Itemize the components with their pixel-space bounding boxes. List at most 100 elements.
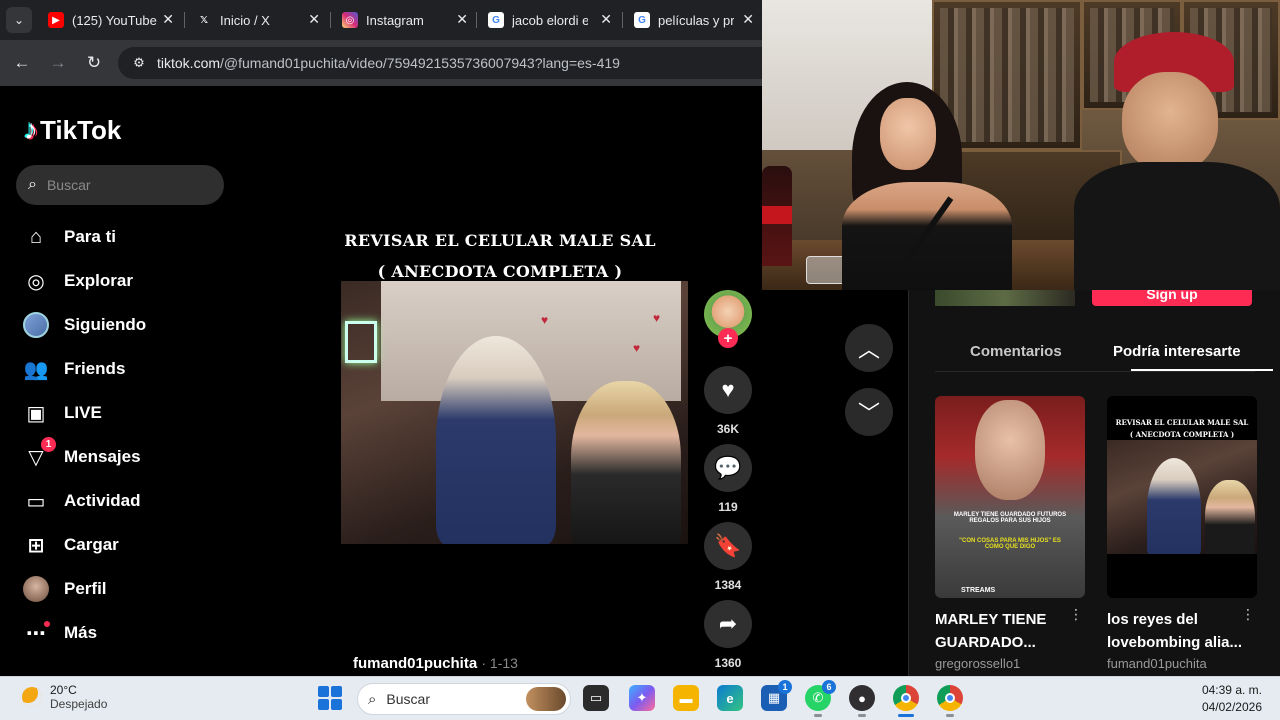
tab-search-chevron-icon[interactable]: ⌄ xyxy=(6,7,32,33)
previous-video-button[interactable]: ︿ xyxy=(845,324,893,372)
card-title[interactable]: MARLEY TIENE GUARDADO... xyxy=(935,608,1071,654)
friends-icon: 👥 xyxy=(23,358,49,381)
video-date: · 1-13 xyxy=(481,655,518,671)
messages-badge: 1 xyxy=(41,437,56,452)
google-icon: G xyxy=(634,12,650,28)
activity-icon: ▭ xyxy=(26,490,46,513)
video-player[interactable]: ♥ ♥ ♥ xyxy=(341,281,688,544)
system-clock[interactable]: 04:39 a. m. 04/02/2026 xyxy=(1202,682,1262,716)
weather-temp: 20°C xyxy=(50,683,77,697)
search-input[interactable] xyxy=(46,177,197,193)
tab-x[interactable]: 𝕏 Inicio / X ✕ xyxy=(188,6,326,34)
nav-para-ti[interactable]: ⌂ Para ti xyxy=(20,217,220,257)
nav-friends[interactable]: 👥 Friends xyxy=(20,349,220,389)
thumbnail-quote: "CON COSAS PARA MIS HIJOS" ES COMO QUE D… xyxy=(959,538,1061,550)
tab-comentarios[interactable]: Comentarios xyxy=(970,343,1062,360)
suggested-thumbnail[interactable]: REVISAR EL CELULAR MALE SAL ( ANECDOTA C… xyxy=(1107,396,1257,598)
site-settings-icon[interactable]: ⚙ xyxy=(130,54,148,72)
nav-actividad[interactable]: ▭ Actividad xyxy=(20,481,220,521)
store-icon[interactable]: ▦ 1 xyxy=(761,680,792,711)
clock-time: 04:39 a. m. xyxy=(1201,683,1262,697)
url-bar[interactable]: ⚙ tiktok.com/@fumand01puchita/video/7594… xyxy=(118,47,778,79)
share-icon[interactable]: ➦ xyxy=(704,600,752,648)
thumbnail-caption: REVISAR EL CELULAR MALE SAL xyxy=(1115,418,1249,427)
url-text[interactable]: tiktok.com/@fumand01puchita/video/759492… xyxy=(157,55,620,71)
windows-start-icon[interactable] xyxy=(318,686,342,710)
search-box[interactable]: ⌕ xyxy=(16,165,224,205)
nav-cargar[interactable]: ⊞ Cargar xyxy=(20,525,220,565)
close-tab-icon[interactable]: ✕ xyxy=(162,11,174,28)
thumbnail-caption: ( ANECDOTA COMPLETA ) xyxy=(1129,430,1235,439)
card-username[interactable]: fumand01puchita xyxy=(1107,656,1257,671)
tab-title: jacob elordi e xyxy=(512,12,588,28)
taskbar-search-label: Buscar xyxy=(386,691,430,707)
whatsapp-icon[interactable]: ✆ 6 xyxy=(805,680,836,717)
heart-icon[interactable]: ♥ xyxy=(704,366,752,414)
share-action[interactable]: ➦ 1360 xyxy=(703,600,753,670)
tiktok-logo[interactable]: ♪ TikTok xyxy=(24,114,121,146)
suggested-thumbnail[interactable]: MARLEY TIENE GUARDADO FUTUROS REGALOS PA… xyxy=(935,396,1085,598)
tab-instagram[interactable]: ◎ Instagram ✕ xyxy=(334,6,474,34)
tab-google-peliculas[interactable]: G películas y pro ✕ xyxy=(626,6,760,34)
close-tab-icon[interactable]: ✕ xyxy=(742,11,754,28)
screen: ⌄ ▶ (125) YouTube ✕ 𝕏 Inicio / X ✕ ◎ Ins… xyxy=(0,0,1280,720)
tab-google-jacob[interactable]: G jacob elordi e ✕ xyxy=(480,6,618,34)
nav-mensajes[interactable]: ▽ 1 Mensajes xyxy=(20,437,220,477)
nav-live[interactable]: ▣ LIVE xyxy=(20,393,220,433)
moon-weather-icon xyxy=(22,687,42,707)
close-tab-icon[interactable]: ✕ xyxy=(308,11,320,28)
suggested-video-card[interactable]: REVISAR EL CELULAR MALE SAL ( ANECDOTA C… xyxy=(1107,396,1257,671)
obs-icon[interactable]: ● xyxy=(849,685,875,717)
nav-label: Explorar xyxy=(64,271,133,290)
video-caption-line1: REVISAR EL CELULAR MALE SAL xyxy=(344,231,656,250)
reload-icon[interactable]: ↻ xyxy=(83,52,105,74)
next-video-button[interactable]: ﹀ xyxy=(845,388,893,436)
tab-title: Instagram xyxy=(366,12,424,28)
save-action[interactable]: 🔖 1384 xyxy=(703,522,753,592)
card-username[interactable]: gregorossello1 xyxy=(935,656,1085,671)
card-title[interactable]: los reyes del lovebombing alia... xyxy=(1107,608,1243,654)
task-view-icon[interactable]: ▭ xyxy=(583,685,609,711)
store-badge: 1 xyxy=(778,680,792,694)
forward-arrow-icon[interactable]: → xyxy=(47,52,69,74)
comment-action[interactable]: 💬 119 xyxy=(703,444,753,514)
upload-plus-icon: ⊞ xyxy=(27,534,45,557)
video-author[interactable]: fumand01puchita · 1-13 xyxy=(353,655,518,672)
close-tab-icon[interactable]: ✕ xyxy=(456,11,468,28)
nav-siguiendo[interactable]: Siguiendo xyxy=(20,305,220,345)
like-action[interactable]: ♥ 36K xyxy=(703,366,753,436)
thumbnail-text: MARLEY TIENE GUARDADO FUTUROS REGALOS PA… xyxy=(953,512,1067,524)
file-explorer-icon[interactable]: ▬ xyxy=(673,685,699,711)
weather-widget[interactable]: 20°C Despejado xyxy=(22,683,107,711)
bookmark-icon[interactable]: 🔖 xyxy=(704,522,752,570)
search-icon: ⌕ xyxy=(28,176,37,193)
edge-icon[interactable]: e xyxy=(717,685,743,711)
tab-podria-interesarte[interactable]: Podría interesarte xyxy=(1113,343,1241,360)
send-icon: ▽ 1 xyxy=(20,437,56,473)
taskbar-search[interactable]: ⌕ Buscar xyxy=(357,683,571,715)
copilot-icon[interactable]: ✦ xyxy=(629,685,655,711)
nav-label: Siguiendo xyxy=(64,315,147,334)
tab-youtube[interactable]: ▶ (125) YouTube ✕ xyxy=(40,6,180,34)
previous-thumbnail[interactable] xyxy=(935,290,1075,306)
follow-plus-icon[interactable]: + xyxy=(718,328,738,348)
x-icon: 𝕏 xyxy=(196,12,212,28)
nav-mas[interactable]: ⋯ Más xyxy=(20,613,220,653)
side-panel: Sign up Comentarios Podría interesarte M… xyxy=(908,282,1280,676)
compass-icon: ◎ xyxy=(27,270,45,293)
nav-label: LIVE xyxy=(64,403,102,422)
live-tv-icon: ▣ xyxy=(26,402,46,425)
close-tab-icon[interactable]: ✕ xyxy=(600,11,612,28)
comment-icon[interactable]: 💬 xyxy=(704,444,752,492)
chrome-icon[interactable] xyxy=(893,685,919,717)
suggested-video-card[interactable]: MARLEY TIENE GUARDADO FUTUROS REGALOS PA… xyxy=(935,396,1085,671)
more-vertical-icon[interactable]: ⋮ xyxy=(1069,606,1083,623)
nav-explorar[interactable]: ◎ Explorar xyxy=(20,261,220,301)
author-name[interactable]: fumand01puchita xyxy=(353,655,477,672)
more-vertical-icon[interactable]: ⋮ xyxy=(1241,606,1255,623)
video-caption-line2: ( ANECDOTA COMPLETA ) xyxy=(377,262,623,281)
back-arrow-icon[interactable]: ← xyxy=(11,52,33,74)
nav-perfil[interactable]: Perfil xyxy=(20,569,220,609)
tab-title: (125) YouTube xyxy=(72,12,157,28)
chrome-profile-icon[interactable] xyxy=(937,685,963,717)
